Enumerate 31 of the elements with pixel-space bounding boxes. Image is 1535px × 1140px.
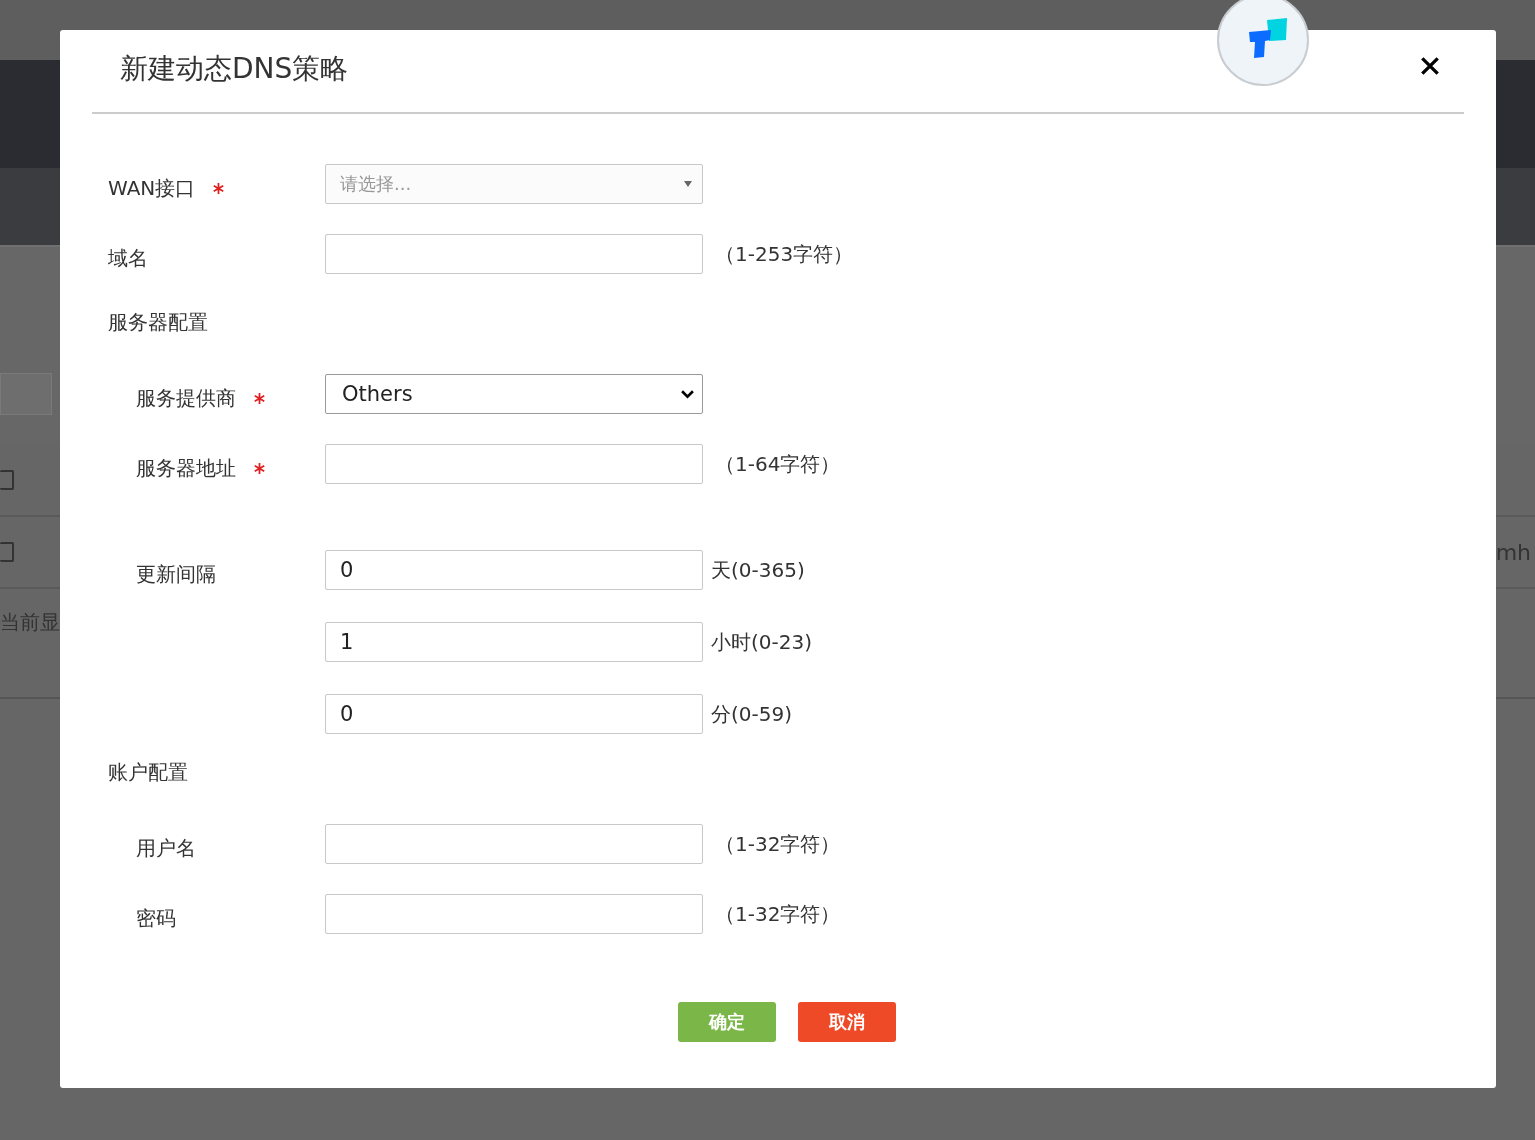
input-field[interactable]: 1 <box>325 622 703 662</box>
dialog-title: 新建动态DNS策略 <box>120 51 349 87</box>
input-field[interactable]: 0 <box>325 694 703 734</box>
dropdown-arrow-icon <box>684 181 692 187</box>
input-field[interactable]: 0 <box>325 550 703 590</box>
hint-text: （1-32字符） <box>715 830 841 858</box>
input-field[interactable] <box>325 444 703 484</box>
close-button[interactable] <box>1418 54 1442 78</box>
checkbox[interactable] <box>0 470 14 490</box>
field-label: WAN接口 <box>108 176 196 200</box>
unit-label: 分(0-59) <box>711 700 792 728</box>
input-field[interactable] <box>325 234 703 274</box>
section-heading: 账户配置 <box>108 760 188 784</box>
hint-text: （1-32字符） <box>715 900 841 928</box>
field-label: 域名 <box>108 246 148 270</box>
field-label: 服务器地址 <box>136 456 236 480</box>
chevron-down-icon <box>681 389 694 399</box>
unit-label: 小时(0-23) <box>711 628 812 656</box>
field-label: 更新间隔 <box>136 562 216 586</box>
dropdown[interactable]: Others <box>325 374 703 414</box>
field-label: 用户名 <box>136 836 196 860</box>
unit-label: 天(0-365) <box>711 556 805 584</box>
cancel-button[interactable]: 取消 <box>798 1002 896 1042</box>
checkbox[interactable] <box>0 542 14 562</box>
hint-text: （1-64字符） <box>715 450 841 478</box>
input-field[interactable] <box>325 894 703 934</box>
section-heading: 服务器配置 <box>108 310 208 334</box>
input-field[interactable] <box>325 824 703 864</box>
field-label: 密码 <box>136 906 176 930</box>
field-label: 服务提供商 <box>136 386 236 410</box>
hint-text: （1-253字符） <box>715 240 854 268</box>
